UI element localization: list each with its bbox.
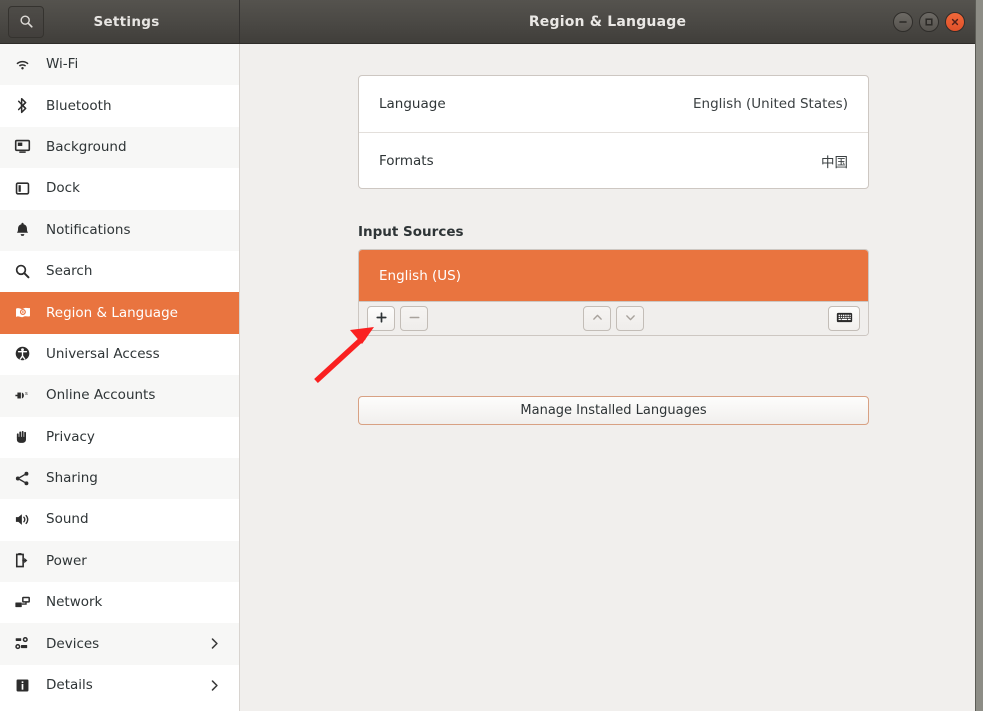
sidebar-item-online-accounts[interactable]: s Online Accounts — [0, 375, 239, 416]
sidebar-item-details[interactable]: Details — [0, 665, 239, 706]
bell-icon — [14, 221, 42, 238]
sidebar: Wi-Fi Bluetooth — [0, 44, 240, 711]
formats-row-label: Formats — [379, 153, 434, 169]
plus-icon — [375, 309, 388, 328]
bluetooth-icon — [14, 97, 42, 114]
sidebar-item-label: Privacy — [42, 429, 95, 445]
online-accounts-icon: s — [14, 387, 42, 404]
info-icon — [14, 677, 42, 694]
sidebar-item-search[interactable]: Search — [0, 251, 239, 292]
sidebar-item-background[interactable]: Background — [0, 127, 239, 168]
accessibility-icon — [14, 345, 42, 362]
language-row-label: Language — [379, 96, 446, 112]
settings-title: Settings — [44, 14, 209, 30]
content-panel: Language English (United States) Formats… — [240, 44, 975, 711]
sidebar-item-label: Notifications — [42, 222, 131, 238]
share-icon — [14, 470, 42, 487]
language-row-value: English (United States) — [693, 96, 848, 112]
show-keyboard-layout-button[interactable] — [828, 306, 860, 331]
search-button[interactable] — [8, 6, 44, 38]
titlebar-sidebar-section: Settings — [0, 0, 240, 43]
sidebar-item-label: Sound — [42, 511, 89, 527]
titlebar-main-section: Region & Language — [240, 0, 975, 43]
sidebar-item-label: Universal Access — [42, 346, 160, 362]
sidebar-item-label: Region & Language — [42, 305, 178, 321]
remove-input-source-button[interactable] — [400, 306, 428, 331]
sidebar-item-privacy[interactable]: Privacy — [0, 417, 239, 458]
input-source-label: English (US) — [379, 268, 461, 284]
sidebar-item-label: Bluetooth — [42, 98, 112, 114]
toolbar-right-group — [828, 306, 860, 331]
language-card: Language English (United States) Formats… — [358, 75, 869, 189]
maximize-button[interactable] — [919, 12, 939, 32]
sidebar-item-bluetooth[interactable]: Bluetooth — [0, 85, 239, 126]
titlebar: Settings Region & Language — [0, 0, 975, 44]
sidebar-item-label: Details — [42, 677, 93, 693]
power-battery-icon — [14, 552, 42, 569]
move-down-button[interactable] — [616, 306, 644, 331]
sidebar-item-label: Search — [42, 263, 92, 279]
sidebar-item-sound[interactable]: Sound — [0, 499, 239, 540]
minimize-icon — [898, 17, 908, 27]
formats-row-value: 中国 — [821, 151, 848, 171]
chevron-right-icon — [208, 679, 221, 692]
minus-icon — [408, 309, 421, 328]
window-title: Region & Language — [240, 14, 975, 30]
network-icon — [14, 594, 42, 611]
sidebar-item-wi-fi[interactable]: Wi-Fi — [0, 44, 239, 85]
speaker-icon — [14, 511, 42, 528]
input-sources-card: English (US) — [358, 249, 869, 336]
sidebar-item-network[interactable]: Network — [0, 582, 239, 623]
minimize-button[interactable] — [893, 12, 913, 32]
sidebar-item-universal-access[interactable]: Universal Access — [0, 334, 239, 375]
sidebar-item-label: Sharing — [42, 470, 98, 486]
toolbar-move-group — [359, 306, 868, 331]
sidebar-item-region-and-language[interactable]: Region & Language — [0, 292, 239, 333]
manage-installed-languages-label: Manage Installed Languages — [520, 403, 706, 418]
formats-row[interactable]: Formats 中国 — [359, 132, 868, 188]
input-sources-toolbar — [359, 301, 868, 335]
window-controls — [893, 12, 965, 32]
manage-installed-languages-button[interactable]: Manage Installed Languages — [358, 396, 869, 425]
maximize-icon — [924, 17, 934, 27]
settings-window: Settings Region & Language — [0, 0, 976, 711]
sidebar-item-label: Dock — [42, 180, 80, 196]
dock-icon — [14, 180, 42, 197]
sidebar-item-power[interactable]: Power — [0, 541, 239, 582]
sidebar-item-label: Background — [42, 139, 127, 155]
search-icon — [14, 263, 42, 280]
chevron-up-icon — [591, 309, 604, 328]
devices-icon — [14, 635, 42, 652]
input-source-english-us[interactable]: English (US) — [359, 250, 868, 301]
input-sources-heading: Input Sources — [358, 224, 464, 240]
sidebar-item-label: Online Accounts — [42, 387, 155, 403]
sidebar-item-label: Wi-Fi — [42, 56, 78, 72]
chevron-down-icon — [624, 309, 637, 328]
move-up-button[interactable] — [583, 306, 611, 331]
sidebar-item-label: Devices — [42, 636, 99, 652]
search-icon — [19, 14, 34, 29]
wifi-icon — [14, 56, 42, 73]
add-input-source-button[interactable] — [367, 306, 395, 331]
chevron-right-icon — [208, 637, 221, 650]
sidebar-item-label: Network — [42, 594, 102, 610]
language-row[interactable]: Language English (United States) — [359, 76, 868, 132]
hand-icon — [14, 428, 42, 445]
sidebar-item-devices[interactable]: Devices — [0, 623, 239, 664]
toolbar-left-group — [367, 306, 428, 331]
background-icon — [14, 138, 42, 155]
keyboard-icon — [836, 309, 853, 328]
close-icon — [950, 17, 960, 27]
close-button[interactable] — [945, 12, 965, 32]
sidebar-item-sharing[interactable]: Sharing — [0, 458, 239, 499]
sidebar-item-dock[interactable]: Dock — [0, 168, 239, 209]
window-body: Wi-Fi Bluetooth — [0, 44, 975, 711]
svg-text:s: s — [25, 391, 28, 397]
sidebar-item-notifications[interactable]: Notifications — [0, 210, 239, 251]
region-language-icon — [14, 304, 42, 322]
sidebar-item-label: Power — [42, 553, 87, 569]
